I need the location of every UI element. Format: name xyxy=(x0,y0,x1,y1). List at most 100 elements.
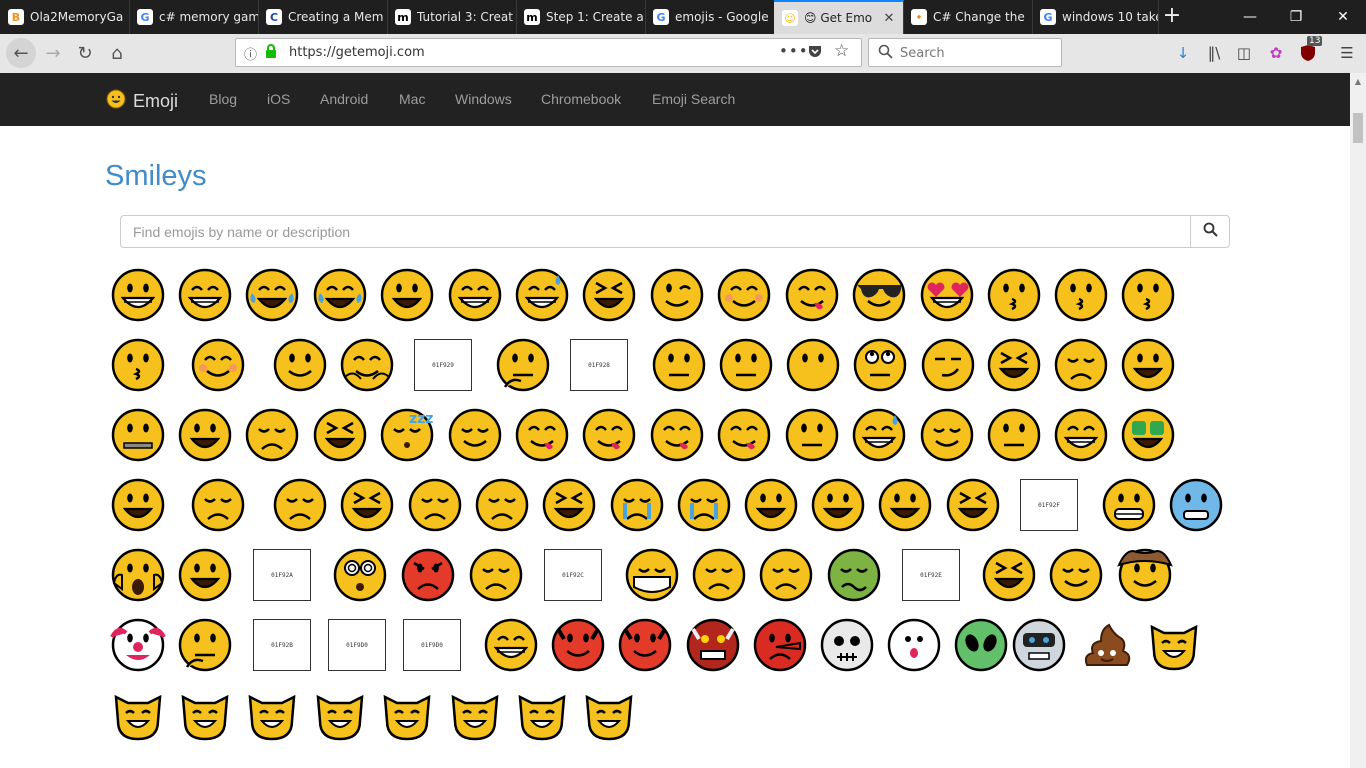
back-button[interactable]: ← xyxy=(6,38,36,68)
sleepy-face-emoji[interactable] xyxy=(243,406,301,464)
downcast-sweat-emoji[interactable] xyxy=(850,406,908,464)
tab-8[interactable]: ⬩ C# Change the xyxy=(903,0,1033,34)
angry-horns-emoji[interactable] xyxy=(616,616,674,674)
missing-6-emoji[interactable]: 01F 92E xyxy=(902,546,960,604)
neutral-face-emoji[interactable] xyxy=(650,336,708,394)
new-tab-button[interactable]: + xyxy=(1158,2,1186,32)
library-icon[interactable]: ‖\ xyxy=(1203,42,1225,64)
smirking-face-emoji[interactable] xyxy=(919,336,977,394)
crying-face-emoji[interactable] xyxy=(608,476,666,534)
info-icon[interactable]: ⓘ xyxy=(244,44,257,63)
slight-smile-emoji[interactable] xyxy=(271,336,329,394)
winking-face-emoji[interactable] xyxy=(648,266,706,324)
color-picker-icon[interactable]: ✿ xyxy=(1265,42,1287,64)
sleeping-face-emoji[interactable]: zzz xyxy=(378,406,436,464)
robot-face-emoji[interactable] xyxy=(1010,616,1068,674)
missing-1-emoji[interactable]: 01F 929 xyxy=(414,336,472,394)
fearful-face-emoji[interactable] xyxy=(876,476,934,534)
pile-of-poo-emoji[interactable] xyxy=(1078,616,1136,674)
page-actions-icon[interactable]: ••• xyxy=(779,42,809,60)
hugging-face-emoji[interactable] xyxy=(338,336,396,394)
weary-cat-emoji[interactable] xyxy=(446,686,504,744)
heart-eyes-cat-emoji[interactable] xyxy=(243,686,301,744)
grinning-cat-smiling-eyes-emoji[interactable] xyxy=(109,686,167,744)
angry-face-emoji[interactable] xyxy=(467,546,525,604)
scrollbar-thumb[interactable] xyxy=(1353,113,1363,143)
grinning-big-eyes-emoji[interactable] xyxy=(378,266,436,324)
savoring-food-emoji[interactable] xyxy=(783,266,841,324)
clown-face-emoji[interactable] xyxy=(109,616,167,674)
ghost-emoji[interactable] xyxy=(885,616,943,674)
tab-5[interactable]: m Step 1: Create a xyxy=(516,0,646,34)
heart-eyes-emoji[interactable] xyxy=(918,266,976,324)
frowning-face-emoji[interactable] xyxy=(189,476,247,534)
forward-button[interactable]: → xyxy=(38,38,68,68)
grinning-cat-emoji[interactable] xyxy=(1145,616,1203,674)
address-bar[interactable]: ⓘ https://getemoji.com ••• ☆ xyxy=(235,38,862,67)
squinting-face-emoji[interactable] xyxy=(580,266,638,324)
download-icon[interactable]: ↓ xyxy=(1172,42,1194,64)
slight-frown-emoji[interactable] xyxy=(271,476,329,534)
unamused-face-emoji[interactable] xyxy=(783,406,841,464)
smiling-horns-emoji[interactable] xyxy=(549,616,607,674)
winking-tongue-emoji[interactable] xyxy=(580,406,638,464)
halo-face-emoji[interactable] xyxy=(1047,546,1105,604)
emoji-search-input[interactable] xyxy=(120,215,1191,248)
tab-1[interactable]: B Ola2MemoryGa xyxy=(0,0,130,34)
rolling-eyes-emoji[interactable] xyxy=(851,336,909,394)
head-bandage-emoji[interactable] xyxy=(757,546,815,604)
screaming-fear-emoji[interactable] xyxy=(109,546,167,604)
kissing-smiling-eyes-emoji[interactable] xyxy=(1119,266,1177,324)
search-bar[interactable]: Search xyxy=(868,38,1062,67)
squinting-tongue-emoji[interactable] xyxy=(648,406,706,464)
loudly-crying-emoji[interactable] xyxy=(675,476,733,534)
kissing-face-emoji[interactable] xyxy=(1052,266,1110,324)
pouting-face-emoji[interactable] xyxy=(399,546,457,604)
anxious-sweat-emoji[interactable] xyxy=(1167,476,1225,534)
nav-link-emoji-search[interactable]: Emoji Search xyxy=(652,91,735,107)
cat-tears-of-joy-emoji[interactable] xyxy=(176,686,234,744)
anguished-face-emoji[interactable] xyxy=(809,476,867,534)
pocket-icon[interactable] xyxy=(807,43,823,63)
emoji-search-button[interactable] xyxy=(1190,215,1230,248)
thermometer-face-emoji[interactable] xyxy=(690,546,748,604)
grinning-smiling-eyes-emoji[interactable] xyxy=(446,266,504,324)
nav-link-blog[interactable]: Blog xyxy=(209,91,237,107)
rolling-laughing-emoji[interactable] xyxy=(311,266,369,324)
missing-4-emoji[interactable]: 01F 92A xyxy=(253,546,311,604)
disappointed-face-emoji[interactable] xyxy=(406,476,464,534)
tab-3[interactable]: C Creating a Mem xyxy=(258,0,388,34)
sneezing-face-emoji[interactable] xyxy=(980,546,1038,604)
astonished-face-emoji[interactable] xyxy=(109,476,167,534)
missing-3-emoji[interactable]: 01F 92F xyxy=(1020,476,1078,534)
close-window-button[interactable]: ✕ xyxy=(1320,0,1366,34)
frowning-open-emoji[interactable] xyxy=(742,476,800,534)
tab-2[interactable]: Gc# memory gam xyxy=(129,0,259,34)
crying-cat-emoji[interactable] xyxy=(513,686,571,744)
missing-7-emoji[interactable]: 01F 92B xyxy=(253,616,311,674)
nauseated-face-emoji[interactable] xyxy=(825,546,883,604)
pouting-cat-emoji[interactable] xyxy=(580,686,638,744)
nav-link-windows[interactable]: Windows xyxy=(455,91,512,107)
grimacing-face-emoji[interactable] xyxy=(1100,476,1158,534)
weary-face-emoji[interactable] xyxy=(944,476,1002,534)
dizzy-face-emoji[interactable] xyxy=(331,546,389,604)
nav-link-mac[interactable]: Mac xyxy=(399,91,425,107)
sunglasses-emoji[interactable] xyxy=(850,266,908,324)
no-mouth-emoji[interactable] xyxy=(784,336,842,394)
bookmark-star-icon[interactable]: ☆ xyxy=(834,41,849,61)
cowboy-face-emoji[interactable] xyxy=(1116,546,1174,604)
relieved-face-emoji[interactable] xyxy=(446,406,504,464)
nav-link-chromebook[interactable]: Chromebook xyxy=(541,91,621,107)
hushed-face-emoji[interactable] xyxy=(176,406,234,464)
worried-face-emoji[interactable] xyxy=(473,476,531,534)
url-text[interactable]: https://getemoji.com xyxy=(289,45,425,60)
reload-button[interactable]: ↻ xyxy=(70,38,100,68)
zipper-mouth-emoji[interactable] xyxy=(109,406,167,464)
thinking-face-emoji[interactable] xyxy=(494,336,552,394)
sad-relieved-emoji[interactable] xyxy=(1052,336,1110,394)
flushed-face-emoji[interactable] xyxy=(176,546,234,604)
drooling-face-emoji[interactable] xyxy=(715,406,773,464)
sidebar-icon[interactable]: ◫ xyxy=(1233,42,1255,64)
ogre-emoji[interactable] xyxy=(684,616,742,674)
